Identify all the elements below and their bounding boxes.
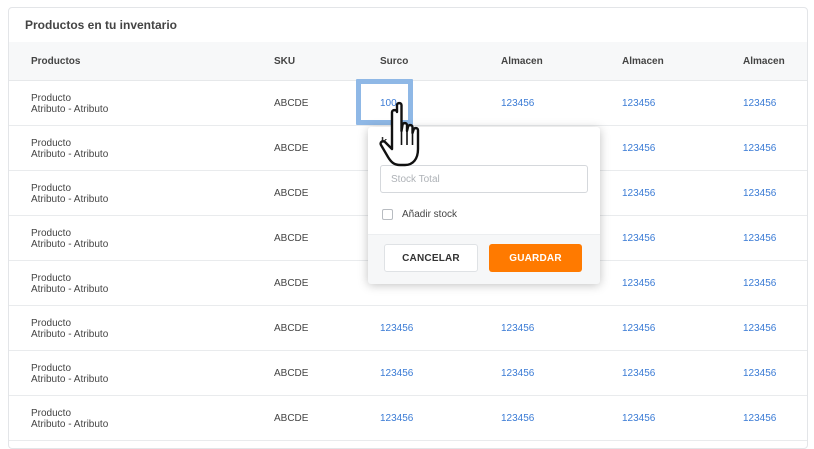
product-attributes: Atributo - Atributo — [31, 374, 109, 385]
almacen-2-stock-link[interactable]: 123456 — [622, 278, 655, 289]
sku-cell: ABCDE — [274, 188, 309, 199]
product-cell: Producto Atributo - Atributo — [31, 228, 108, 250]
sku-cell: ABCDE — [274, 233, 309, 244]
header-sku: SKU — [274, 56, 296, 67]
product-attributes: Atributo - Atributo — [31, 284, 109, 295]
sku-cell: ABCDE — [274, 278, 309, 289]
product-name: Producto — [31, 273, 72, 284]
almacen-2-stock-link[interactable]: 123456 — [622, 188, 655, 199]
header-almacen-3: Almacen — [743, 56, 785, 67]
table-row: Producto Atributo - Atributo ABCDE 100 12345… — [9, 81, 807, 126]
product-cell: Producto Atributo - Atributo — [31, 408, 108, 430]
product-name: Producto — [31, 408, 72, 419]
almacen-3-stock-link[interactable]: 123456 — [743, 368, 776, 379]
sku-cell: ABCDE — [274, 143, 309, 154]
almacen-1-stock-link[interactable]: 123456 — [501, 368, 534, 379]
almacen-2-stock-link[interactable]: 123456 — [622, 98, 655, 109]
product-name: Producto — [31, 228, 72, 239]
product-attributes: Atributo - Atributo — [31, 149, 109, 160]
sku-cell: ABCDE — [274, 98, 309, 109]
product-name: Producto — [31, 363, 72, 374]
almacen-3-stock-link[interactable]: 123456 — [743, 323, 776, 334]
add-stock-label: Añadir stock — [402, 208, 458, 220]
surco-stock-link[interactable]: 123456 — [380, 413, 413, 424]
product-attributes: Atributo - Atributo — [31, 104, 109, 115]
product-name: Producto — [31, 318, 72, 329]
almacen-3-stock-link[interactable]: 123456 — [743, 233, 776, 244]
product-name: Producto — [31, 138, 72, 149]
stock-popover: k Añadir stock CANCELAR GUARDAR — [368, 127, 600, 284]
header-almacen-1: Almacen — [501, 56, 543, 67]
add-stock-option[interactable]: Añadir stock — [382, 207, 457, 221]
cancel-button[interactable]: CANCELAR — [384, 244, 478, 272]
product-attributes: Atributo - Atributo — [31, 419, 109, 430]
almacen-1-stock-link[interactable]: 123456 — [501, 413, 534, 424]
add-stock-checkbox[interactable] — [382, 208, 393, 220]
product-attributes: Atributo - Atributo — [31, 329, 109, 340]
product-name: Producto — [31, 183, 72, 194]
product-attributes: Atributo - Atributo — [31, 239, 109, 250]
almacen-3-stock-link[interactable]: 123456 — [743, 413, 776, 424]
almacen-2-stock-link[interactable]: 123456 — [622, 323, 655, 334]
header-surco: Surco — [380, 56, 409, 67]
almacen-1-stock-link[interactable]: 123456 — [501, 323, 534, 334]
table-row: Producto Atributo - Atributo ABCDE 123456 12… — [9, 351, 807, 396]
almacen-3-stock-link[interactable]: 123456 — [743, 143, 776, 154]
almacen-2-stock-link[interactable]: 123456 — [622, 368, 655, 379]
almacen-2-stock-link[interactable]: 123456 — [622, 143, 655, 154]
product-cell: Producto Atributo - Atributo — [31, 93, 108, 115]
surco-stock-link[interactable]: 123456 — [380, 368, 413, 379]
table-row: Producto Atributo - Atributo ABCDE 123456 12… — [9, 396, 807, 441]
sku-cell: ABCDE — [274, 323, 309, 334]
product-cell: Producto Atributo - Atributo — [31, 183, 108, 205]
product-cell: Producto Atributo - Atributo — [31, 363, 108, 385]
popover-title: k — [381, 136, 388, 148]
sku-cell: ABCDE — [274, 368, 309, 379]
popover-footer: CANCELAR GUARDAR — [368, 234, 600, 284]
almacen-3-stock-link[interactable]: 123456 — [743, 98, 776, 109]
almacen-3-stock-link[interactable]: 123456 — [743, 188, 776, 199]
product-cell: Producto Atributo - Atributo — [31, 318, 108, 340]
stock-total-input[interactable] — [380, 165, 588, 193]
table-row: Producto Atributo - Atributo ABCDE 123456 12… — [9, 306, 807, 351]
save-button[interactable]: GUARDAR — [489, 244, 582, 272]
card-title: Productos en tu inventario — [25, 18, 178, 32]
header-productos: Productos — [31, 56, 81, 67]
almacen-3-stock-link[interactable]: 123456 — [743, 278, 776, 289]
almacen-1-stock-link[interactable]: 123456 — [501, 98, 534, 109]
product-cell: Producto Atributo - Atributo — [31, 273, 108, 295]
sku-cell: ABCDE — [274, 413, 309, 424]
surco-stock-link[interactable]: 100 — [380, 98, 397, 109]
product-cell: Producto Atributo - Atributo — [31, 138, 108, 160]
header-almacen-2: Almacen — [622, 56, 664, 67]
product-attributes: Atributo - Atributo — [31, 194, 109, 205]
almacen-2-stock-link[interactable]: 123456 — [622, 233, 655, 244]
product-name: Producto — [31, 93, 72, 104]
surco-stock-link[interactable]: 123456 — [380, 323, 413, 334]
almacen-2-stock-link[interactable]: 123456 — [622, 413, 655, 424]
table-header: Productos SKU Surco Almacen Almacen Alma… — [9, 42, 807, 81]
